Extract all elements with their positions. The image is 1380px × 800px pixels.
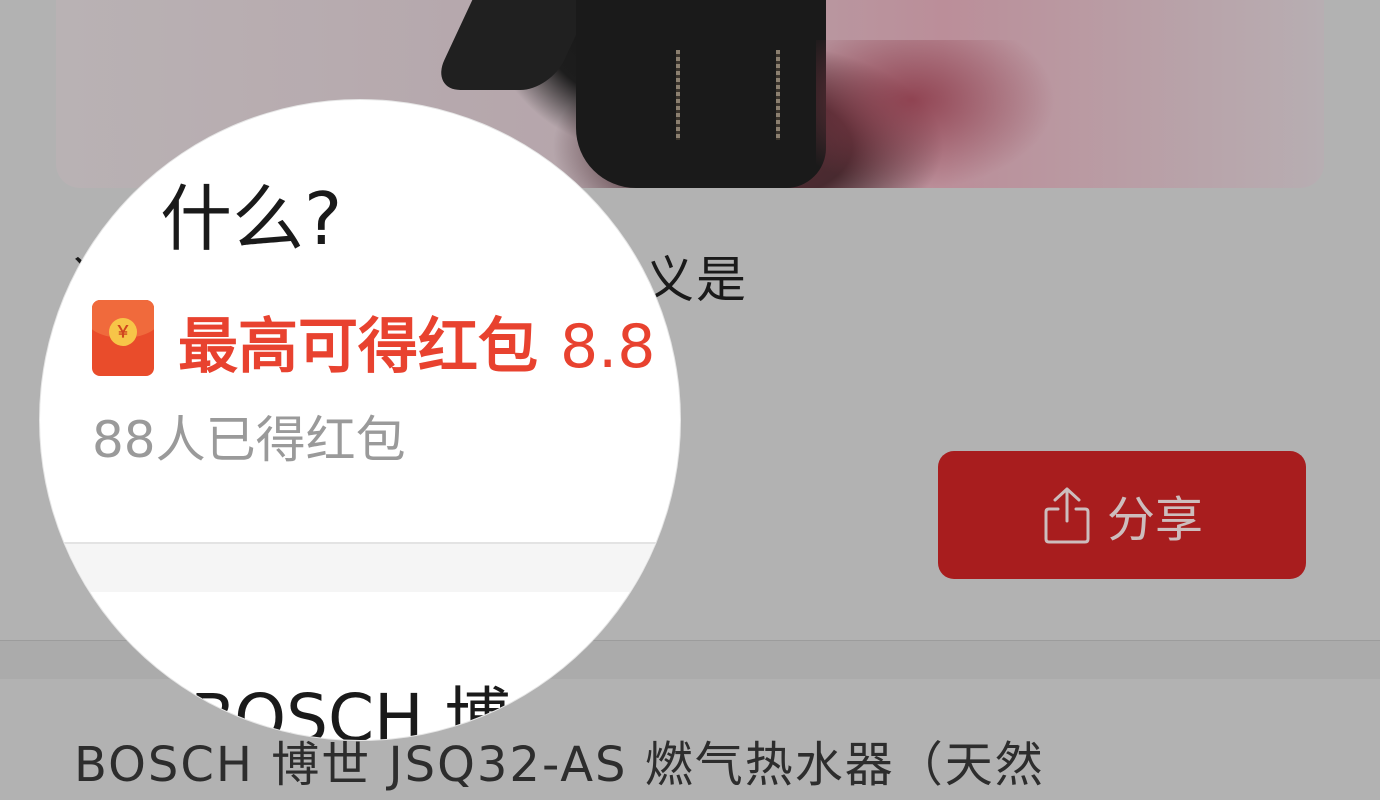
red-packet-amount: 8.8 <box>560 312 656 382</box>
cover-chain-right <box>776 50 780 140</box>
share-button[interactable]: 分享 <box>938 451 1306 579</box>
magnified-heading-fragment: 什么? <box>160 177 343 261</box>
red-packet-coin: ￥ <box>109 318 137 346</box>
red-packet-claimed-count: 88人已得红包 <box>92 411 406 469</box>
share-icon <box>1044 487 1090 544</box>
magnified-gap <box>40 544 680 592</box>
red-packet-reward[interactable]: 最高可得红包 8.8 <box>178 298 655 385</box>
magnifier-lens: 什么? ￥ 最高可得红包 8.8 88人已得红包 BOSCH 博 <box>40 100 680 740</box>
red-packet-label: 最高可得红包 <box>178 312 538 382</box>
cover-red-smoke <box>816 40 1056 188</box>
red-packet-icon: ￥ <box>92 300 154 376</box>
share-button-label: 分享 <box>1106 492 1203 548</box>
magnified-product-fragment: BOSCH 博 <box>190 680 511 740</box>
